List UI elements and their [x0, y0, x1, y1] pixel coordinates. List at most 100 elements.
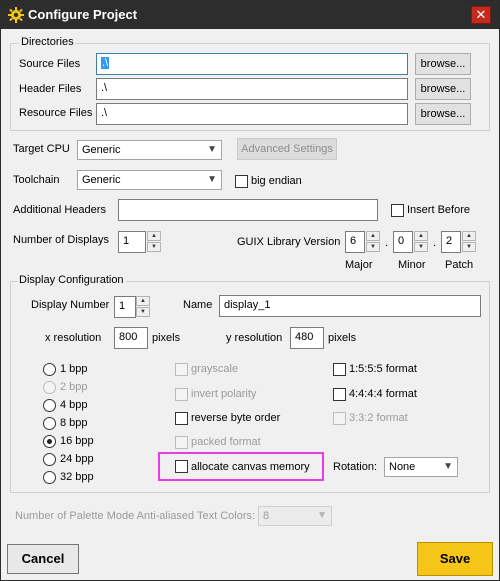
source-files-label: Source Files [19, 58, 81, 70]
bpp-2-label: 2 bpp [60, 381, 88, 393]
format-4444-label: 4:4:4:4 format [349, 388, 417, 400]
close-button[interactable]: ✕ [471, 6, 491, 24]
directories-group-label: Directories [19, 36, 76, 48]
spin-up-icon[interactable]: ▲ [366, 231, 380, 241]
close-icon: ✕ [475, 7, 487, 22]
source-files-input[interactable]: .\ [96, 53, 408, 75]
palette-colors-label: Number of Palette Mode Anti-aliased Text… [15, 510, 256, 522]
save-button[interactable]: Save [417, 542, 493, 576]
gear-icon [7, 6, 25, 24]
spin-up-icon[interactable]: ▲ [136, 296, 150, 306]
patch-label: Patch [445, 259, 474, 271]
format-332-checkbox[interactable] [333, 412, 346, 425]
packed-format-checkbox[interactable] [175, 436, 188, 449]
grayscale-checkbox[interactable] [175, 363, 188, 376]
number-of-displays-spinner[interactable]: ▲ ▼ [147, 231, 163, 253]
name-label: Name [183, 299, 213, 311]
chevron-down-icon: ▼ [443, 461, 453, 472]
source-browse-button[interactable]: browse... [415, 53, 471, 75]
format-4444-checkbox[interactable] [333, 388, 346, 401]
spin-down-icon[interactable]: ▼ [414, 242, 428, 252]
x-pixels-label: pixels [152, 332, 181, 344]
resource-files-input[interactable]: .\ [96, 103, 408, 125]
display-configuration-label: Display Configuration [17, 274, 126, 286]
bpp-32-radio[interactable] [43, 471, 56, 484]
display-number-spinner[interactable]: ▲ ▼ [136, 296, 152, 318]
x-resolution-label: x resolution [45, 332, 102, 344]
reverse-byte-order-label: reverse byte order [191, 412, 281, 424]
guix-major-input[interactable]: 6 [345, 231, 365, 253]
title-bar: Configure Project ✕ [1, 1, 499, 29]
guix-minor-input[interactable]: 0 [393, 231, 413, 253]
bpp-2-radio[interactable] [43, 381, 56, 394]
spin-up-icon[interactable]: ▲ [147, 231, 161, 241]
grayscale-label: grayscale [191, 363, 239, 375]
reverse-byte-order-checkbox[interactable] [175, 412, 188, 425]
toolchain-select[interactable]: Generic ▼ [77, 170, 222, 190]
format-332-label: 3:3:2 format [349, 412, 408, 424]
y-resolution-input[interactable]: 480 [290, 327, 324, 349]
spin-up-icon[interactable]: ▲ [414, 231, 428, 241]
target-cpu-label: Target CPU [13, 143, 70, 155]
display-name-input[interactable]: display_1 [219, 295, 481, 317]
spin-down-icon[interactable]: ▼ [136, 307, 150, 317]
version-dot: . [433, 237, 437, 249]
insert-before-checkbox[interactable] [391, 204, 404, 217]
y-pixels-label: pixels [328, 332, 357, 344]
format-1555-checkbox[interactable] [333, 363, 346, 376]
resource-browse-button[interactable]: browse... [415, 103, 471, 125]
number-of-displays-input[interactable]: 1 [118, 231, 146, 253]
header-files-input[interactable]: .\ [96, 78, 408, 100]
spin-down-icon[interactable]: ▼ [462, 242, 476, 252]
guix-major-spinner[interactable]: ▲ ▼ [366, 231, 382, 253]
bpp-1-radio[interactable] [43, 363, 56, 376]
allocate-canvas-memory-checkbox[interactable] [175, 460, 188, 473]
display-number-label: Display Number [31, 299, 110, 311]
target-cpu-value: Generic [82, 144, 121, 156]
chevron-down-icon: ▼ [207, 144, 217, 155]
bpp-24-radio[interactable] [43, 453, 56, 466]
y-resolution-label: y resolution [226, 332, 283, 344]
palette-colors-select[interactable]: 8 ▼ [258, 506, 332, 526]
guix-patch-spinner[interactable]: ▲ ▼ [462, 231, 478, 253]
invert-polarity-label: invert polarity [191, 388, 257, 400]
button-bar: Cancel Save [1, 539, 499, 581]
spin-up-icon[interactable]: ▲ [462, 231, 476, 241]
bpp-8-radio[interactable] [43, 417, 56, 430]
bpp-16-radio[interactable] [43, 435, 56, 448]
x-resolution-input[interactable]: 800 [114, 327, 148, 349]
version-dot: . [385, 237, 389, 249]
minor-label: Minor [398, 259, 426, 271]
chevron-down-icon: ▼ [317, 510, 327, 521]
display-number-input[interactable]: 1 [114, 296, 136, 318]
additional-headers-label: Additional Headers [13, 204, 106, 216]
guix-minor-spinner[interactable]: ▲ ▼ [414, 231, 430, 253]
target-cpu-select[interactable]: Generic ▼ [77, 140, 222, 160]
number-of-displays-label: Number of Displays [13, 234, 109, 246]
rotation-value: None [389, 461, 416, 473]
header-files-label: Header Files [19, 83, 82, 95]
format-1555-label: 1:5:5:5 format [349, 363, 417, 375]
cancel-button[interactable]: Cancel [7, 544, 79, 574]
packed-format-label: packed format [191, 436, 261, 448]
bpp-4-label: 4 bpp [60, 399, 88, 411]
header-browse-button[interactable]: browse... [415, 78, 471, 100]
spin-down-icon[interactable]: ▼ [366, 242, 380, 252]
invert-polarity-checkbox[interactable] [175, 388, 188, 401]
rotation-select[interactable]: None ▼ [384, 457, 458, 477]
advanced-settings-button[interactable]: Advanced Settings [237, 138, 337, 160]
toolchain-label: Toolchain [13, 174, 60, 186]
chevron-down-icon: ▼ [207, 174, 217, 185]
major-label: Major [345, 259, 373, 271]
bpp-24-label: 24 bpp [60, 453, 94, 465]
bpp-4-radio[interactable] [43, 399, 56, 412]
bpp-8-label: 8 bpp [60, 417, 88, 429]
allocate-canvas-memory-label: allocate canvas memory [191, 461, 310, 473]
guix-patch-input[interactable]: 2 [441, 231, 461, 253]
bpp-32-label: 32 bpp [60, 471, 94, 483]
spin-down-icon[interactable]: ▼ [147, 242, 161, 252]
additional-headers-input[interactable] [118, 199, 378, 221]
guix-version-label: GUIX Library Version [237, 236, 341, 248]
resource-files-label: Resource Files [19, 107, 93, 119]
big-endian-checkbox[interactable] [235, 175, 248, 188]
